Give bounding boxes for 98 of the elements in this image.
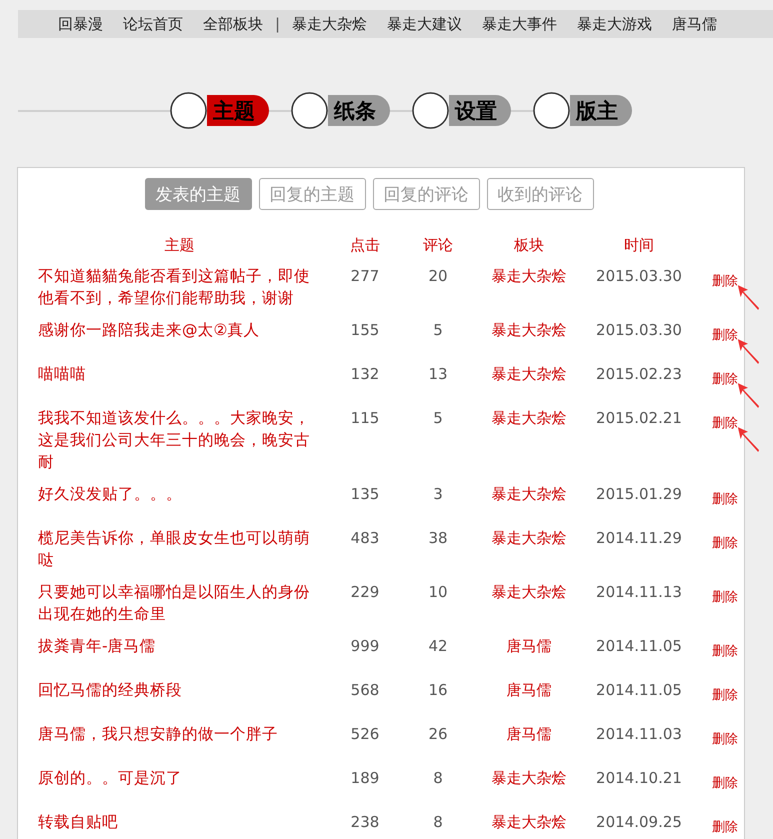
topic-link[interactable]: 原创的。。可是沉了 xyxy=(38,767,321,811)
board-link[interactable]: 暴走大杂烩 xyxy=(492,319,566,341)
column-header: 时间 xyxy=(623,236,655,256)
board-link[interactable]: 暴走大杂烩 xyxy=(492,767,566,789)
comment-count: 8 xyxy=(432,768,444,789)
board-link[interactable]: 暴走大杂烩 xyxy=(492,265,566,287)
comment-count: 42 xyxy=(427,636,449,657)
click-count: 483 xyxy=(350,528,380,549)
post-date: 2015.01.29 xyxy=(595,484,683,505)
annotation-arrow xyxy=(736,283,760,313)
post-date: 2015.02.21 xyxy=(595,408,683,429)
delete-link[interactable]: 删除 xyxy=(712,535,738,553)
delete-link[interactable]: 删除 xyxy=(712,273,738,291)
delete-link[interactable]: 删除 xyxy=(712,731,738,749)
click-count: 568 xyxy=(350,680,380,701)
comment-count: 16 xyxy=(427,680,449,701)
board-link[interactable]: 暴走大杂烩 xyxy=(492,407,566,429)
board-link[interactable]: 暴走大杂烩 xyxy=(492,581,566,603)
board-link[interactable]: 暴走大杂烩 xyxy=(492,363,566,385)
comment-count: 5 xyxy=(432,408,444,429)
comment-count: 38 xyxy=(427,528,449,549)
main-tab[interactable]: 纸条 xyxy=(328,95,390,126)
nav-separator: | xyxy=(275,15,280,33)
comment-count: 13 xyxy=(427,364,449,385)
post-date: 2014.11.05 xyxy=(595,636,683,657)
click-count: 238 xyxy=(350,812,380,833)
click-count: 229 xyxy=(350,582,380,603)
post-date: 2014.11.29 xyxy=(595,528,683,549)
nav-link[interactable]: 暴走大事件 xyxy=(482,14,558,34)
post-date: 2014.11.13 xyxy=(595,582,683,603)
column-header: 板块 xyxy=(513,236,545,256)
delete-link[interactable]: 删除 xyxy=(712,775,738,793)
click-count: 999 xyxy=(350,636,380,657)
board-link[interactable]: 唐马儒 xyxy=(506,723,552,745)
avatar-icon xyxy=(170,92,207,129)
topic-link[interactable]: 不知道貓貓兔能否看到这篇帖子，即使他看不到，希望你们能帮助我，谢谢 xyxy=(38,265,321,319)
nav-link[interactable]: 暴走大杂烩 xyxy=(292,14,368,34)
post-date: 2014.11.03 xyxy=(595,724,683,745)
topic-link[interactable]: 感谢你一路陪我走来@太②真人 xyxy=(38,319,321,363)
post-date: 2014.11.05 xyxy=(595,680,683,701)
main-tab[interactable]: 版主 xyxy=(570,95,632,126)
nav-link[interactable]: 论坛首页 xyxy=(123,14,183,34)
nav-link[interactable]: 唐马儒 xyxy=(672,14,718,34)
board-link[interactable]: 唐马儒 xyxy=(506,679,552,701)
comment-count: 20 xyxy=(427,266,449,287)
topic-link[interactable]: 转载自贴吧 xyxy=(38,811,321,839)
comment-count: 8 xyxy=(432,812,444,833)
comment-count: 10 xyxy=(427,582,449,603)
click-count: 132 xyxy=(350,364,380,385)
click-count: 526 xyxy=(350,724,380,745)
topic-link[interactable]: 喵喵喵 xyxy=(38,363,321,407)
column-header: 评论 xyxy=(422,236,454,256)
nav-link[interactable]: 回暴漫 xyxy=(58,14,103,34)
annotation-arrow xyxy=(736,337,760,367)
delete-link[interactable]: 删除 xyxy=(712,371,738,389)
delete-link[interactable]: 删除 xyxy=(712,643,738,661)
topic-link[interactable]: 唐马儒，我只想安静的做一个胖子 xyxy=(38,723,321,767)
topic-link[interactable]: 好久没发贴了。。。 xyxy=(38,483,321,527)
delete-link[interactable]: 删除 xyxy=(712,687,738,705)
main-tab[interactable]: 主题 xyxy=(207,95,269,126)
post-date: 2015.03.30 xyxy=(595,266,683,287)
annotation-arrow xyxy=(736,381,760,411)
click-count: 135 xyxy=(350,484,380,505)
delete-link[interactable]: 删除 xyxy=(712,819,738,837)
board-link[interactable]: 暴走大杂烩 xyxy=(492,483,566,505)
post-date: 2014.10.21 xyxy=(595,768,683,789)
click-count: 155 xyxy=(350,320,380,341)
nav-link[interactable]: 全部板块 xyxy=(203,14,263,34)
delete-link[interactable]: 删除 xyxy=(712,415,738,433)
board-link[interactable]: 唐马儒 xyxy=(506,635,552,657)
click-count: 115 xyxy=(350,408,380,429)
topic-link[interactable]: 榄尼美告诉你，单眼皮女生也可以萌萌哒 xyxy=(38,527,321,581)
column-header: 主题 xyxy=(164,236,196,256)
topic-link[interactable]: 回忆马儒的经典桥段 xyxy=(38,679,321,723)
click-count: 189 xyxy=(350,768,380,789)
post-date: 2015.03.30 xyxy=(595,320,683,341)
comment-count: 5 xyxy=(432,320,444,341)
board-link[interactable]: 暴走大杂烩 xyxy=(492,527,566,549)
avatar-icon xyxy=(412,92,449,129)
comment-count: 3 xyxy=(432,484,444,505)
nav-link[interactable]: 暴走大游戏 xyxy=(577,14,652,34)
comment-count: 26 xyxy=(427,724,449,745)
nav-link[interactable]: 暴走大建议 xyxy=(387,14,462,34)
annotation-arrow xyxy=(736,425,760,455)
delete-link[interactable]: 删除 xyxy=(712,589,738,607)
topic-link[interactable]: 只要她可以幸福哪怕是以陌生人的身份出现在她的生命里 xyxy=(38,581,321,635)
topic-link[interactable]: 拔粪青年-唐马儒 xyxy=(38,635,321,679)
click-count: 277 xyxy=(350,266,380,287)
board-link[interactable]: 暴走大杂烩 xyxy=(492,811,566,833)
main-tab[interactable]: 设置 xyxy=(449,95,511,126)
post-date: 2015.02.23 xyxy=(595,364,683,385)
topic-link[interactable]: 我我不知道该发什么。。。大家晚安，这是我们公司大年三十的晚会，晚安古耐 xyxy=(38,407,321,483)
post-date: 2014.09.25 xyxy=(595,812,683,833)
avatar-icon xyxy=(533,92,570,129)
delete-link[interactable]: 删除 xyxy=(712,491,738,509)
delete-link[interactable]: 删除 xyxy=(712,327,738,345)
column-header: 点击 xyxy=(349,236,381,256)
avatar-icon xyxy=(291,92,328,129)
